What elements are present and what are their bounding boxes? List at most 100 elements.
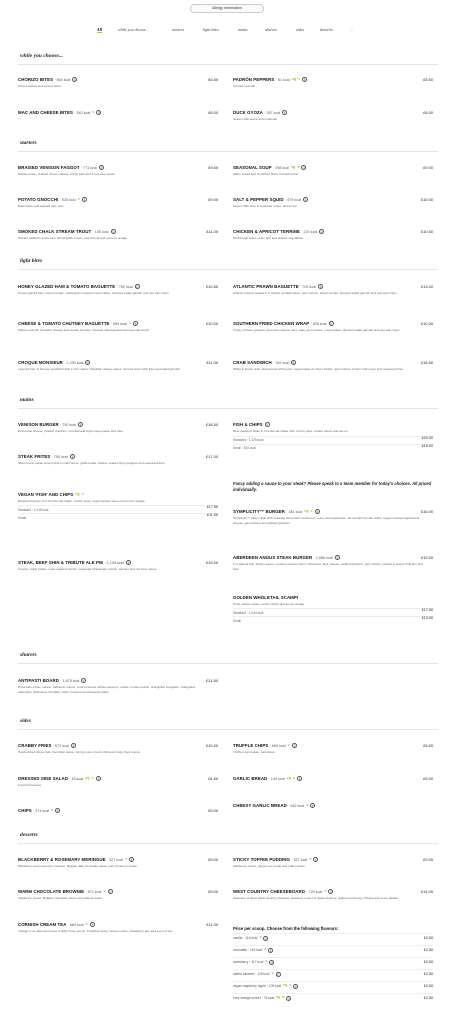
portion-option-small[interactable]: Small £13.00 [233,616,433,623]
info-icon[interactable]: i [302,77,308,83]
menu-item-chicken-wrap[interactable]: SOUTHERN FRIED CHICKEN WRAP · 838 kcal i … [233,321,433,333]
info-icon[interactable]: i [282,110,288,116]
allergy-information-button[interactable]: Allergy information [190,4,264,13]
info-icon[interactable]: i [334,555,340,561]
menu-item-fish-chips[interactable]: FISH & CHIPS i Beer-battered Hake in Corn… [233,422,433,450]
flavour-strawberry[interactable]: strawberry · 117 kcal v i £2.50 [233,957,433,969]
menu-item-symplicity-burger[interactable]: SYMPLICITY™ BURGER · 381 kcal vg v i £16.00… [233,509,433,525]
tab-starters[interactable]: starters [172,27,184,32]
item-price: £9.50 [208,165,218,170]
info-icon[interactable]: i [78,422,84,428]
menu-item-venison-faggot[interactable]: BRAISED VENISON FAGGOT · 771 kcal i £9.50… [18,165,218,177]
flavour-vanilla[interactable]: vanilla · 116 kcal v i £2.50 [233,933,433,945]
info-icon[interactable]: i [313,857,319,863]
info-icon[interactable]: i [318,284,324,290]
tab-light-bites[interactable]: light bites [203,27,219,32]
menu-item-steak-pie[interactable]: STEAK, BEEF SHIN & TRIBUTE ALE PIE · 1,1… [18,560,218,572]
info-icon[interactable]: i [81,678,87,684]
info-icon[interactable]: i [96,110,102,116]
portion-option-standard[interactable]: Standard · 1,218 kcal £17.50 [18,505,218,512]
info-icon[interactable]: i [310,803,316,809]
info-icon[interactable]: i [263,935,269,941]
item-name: STEAK FRITES [18,454,51,459]
flavour-ruby-orange-sorbet[interactable]: ruby orange sorbet · 76 kcal vg v i £2.50 [233,993,433,1005]
menu-item-mac-cheese[interactable]: MAC AND CHEESE BITES · 542 kcal v i £6.00 [18,110,218,116]
info-icon[interactable]: i [70,743,76,749]
info-icon[interactable]: i [89,922,95,928]
menu-item-side-salad[interactable]: DRESSED SIDE SALAD · 43 kcal vg v i £4.50 F… [18,776,218,788]
menu-item-cheese-baguette[interactable]: CHEESE & TOMATO CHUTNEY BAGUETTE · 895 k… [18,321,218,333]
portion-option-small[interactable]: Small £11.00 [18,513,218,520]
info-icon[interactable]: i [110,229,116,235]
menu-item-seasonal-soup[interactable]: SEASONAL SOUP · 298 kcal vg v i £9.00 Warm … [233,165,433,177]
info-icon[interactable]: i [268,947,274,953]
menu-item-garlic-bread[interactable]: GARLIC BREAD · 149 kcal vg v i £5.00 [233,776,433,782]
info-icon[interactable]: i [264,422,270,428]
menu-item-padron[interactable]: PADRÓN PEPPERS · 61 kcal vg v i £5.50 Corni… [233,77,433,89]
info-icon[interactable]: i [319,229,325,235]
menu-item-venison-burger[interactable]: VENISON BURGER · 790 kcal i £18.50 Emment… [18,422,218,434]
menu-item-angus-burger[interactable]: ABERDEEN ANGUS STEAK BURGER · 1,586 kcal… [233,555,433,571]
tab-sharers[interactable]: sharers [265,27,277,32]
flavour-vegan-raspberry-ripple[interactable]: vegan raspberry ripple · 109 kcal vg v i £2.… [233,981,433,993]
menu-item-chips[interactable]: CHIPS · 374 kcal v i £5.00 [18,808,218,814]
tab-mains[interactable]: mains [238,27,248,32]
info-icon[interactable]: i [286,995,292,1001]
tab-sides[interactable]: sides [296,27,304,32]
info-icon[interactable]: i [95,776,101,782]
info-icon[interactable]: i [303,197,309,203]
info-icon[interactable]: i [293,983,299,989]
info-icon[interactable]: i [129,857,135,863]
menu-item-crabby-fries[interactable]: CRABBY FRIES · 672 kcal i £10.00 Hand-pic… [18,743,218,755]
menu-item-brownie[interactable]: WARM CHOCOLATE BROWNIE · 571 kcal v i £9.0… [18,889,218,901]
menu-item-duck-gyoza[interactable]: DUCK GYOZA · 287 kcal i £6.00 Sweet chill… [233,110,433,122]
menu-item-cheesy-garlic-bread[interactable]: CHEESY GARLIC BREAD · 542 kcal v i [233,803,433,809]
menu-item-cream-tea[interactable]: CORNISH CREAM TEA · 660 kcal v i £11.00 In… [18,922,218,934]
info-icon[interactable]: i [328,889,334,895]
portion-option-standard[interactable]: Standard · 1,044 kcal £17.50 [233,608,433,615]
menu-item-crab-sandwich[interactable]: CRAB SANDWICH · 762 kcal i £18.50 White &… [233,360,433,372]
info-icon[interactable]: i [291,360,297,366]
menu-item-croque-monsieur[interactable]: CROQUE MONSIEUR · 1,230 kcal i £11.00 Lay… [18,360,218,372]
menu-item-scampi[interactable]: GOLDEN WHOLETAIL SCAMPI Peas, tartare sa… [233,595,433,623]
menu-item-vegan-fish-chips[interactable]: VEGAN 'FISH' AND CHIPS vg v Banana blossom… [18,492,218,520]
info-icon[interactable]: i [275,971,281,977]
info-icon[interactable]: i [55,808,61,814]
menu-item-cheeseboard[interactable]: WEST COUNTRY CHEESEBOARD · 726 kcal v i £1… [233,889,433,901]
menu-item-antipasti-board[interactable]: ANTIPASTI BOARD · 1,675 kcal i £21.50 Pro… [18,678,218,694]
tab-desserts[interactable]: desserts [320,27,333,32]
info-icon[interactable]: i [291,743,297,749]
menu-item-steak-frites[interactable]: STEAK FRITES · 795 kcal i £17.00 Sliced r… [18,454,218,466]
tab-more[interactable]: ... [350,27,353,32]
info-icon[interactable]: i [301,165,307,171]
info-icon[interactable]: i [85,360,91,366]
info-icon[interactable]: i [134,284,140,290]
info-icon[interactable]: i [314,509,320,515]
menu-item-salt-pepper-squid[interactable]: SALT & PEPPER SQUID · 579 kcal i £10.00 S… [233,197,433,209]
menu-item-chorizo[interactable]: CHORIZO BITES · 664 kcal i £6.50 Oven-roa… [18,77,218,89]
info-icon[interactable]: i [98,165,104,171]
menu-item-sticky-toffee[interactable]: STICKY TOFFEE PUDDING · 537 kcal v i £9.00… [233,857,433,869]
info-icon[interactable]: i [125,560,131,566]
menu-item-meringue[interactable]: BLACKBERRY & ROSEMARY MERINGUE · 427 kca… [18,857,218,869]
menu-item-prawn-baguette[interactable]: ATLANTIC PRAWN BAGUETTE · 709 kcal i £13.… [233,284,433,296]
info-icon[interactable]: i [81,197,87,203]
info-icon[interactable]: i [269,959,275,965]
info-icon[interactable]: i [328,321,334,327]
menu-item-ham-baguette[interactable]: HONEY GLAZED HAM & TOMATO BAGUETTE · 752… [18,284,218,296]
info-icon[interactable]: i [133,321,139,327]
info-icon[interactable]: i [72,77,78,83]
menu-item-potato-gnocchi[interactable]: POTATO GNOCCHI · 535 kcal v i £9.00 Basil … [18,197,218,209]
flavour-salted-caramel[interactable]: salted caramel · 118 kcal v i £2.50 [233,969,433,981]
menu-item-smoked-trout[interactable]: SMOKED CHALK STREAM TROUT · 105 kcal i £1… [18,229,218,241]
tab-while-you-choose[interactable]: while you choose... [118,27,149,32]
portion-option-standard[interactable]: Standard · 1,125 kcal £20.00 [233,435,433,442]
menu-item-chicken-terrine[interactable]: CHICKEN & APRICOT TERRINE · 220 kcal i £1… [233,229,433,241]
portion-option-small[interactable]: Small · 810 kcal £15.00 [233,443,433,450]
info-icon[interactable]: i [107,889,113,895]
info-icon[interactable]: i [69,454,75,460]
tab-all[interactable]: All [97,27,102,33]
info-icon[interactable]: i [297,776,303,782]
flavour-chocolate[interactable]: chocolate · 116 kcal v i £2.50 [233,945,433,957]
menu-item-truffle-chips[interactable]: TRUFFLE CHIPS · 669 kcal v i £6.50 Truffle… [233,743,433,755]
